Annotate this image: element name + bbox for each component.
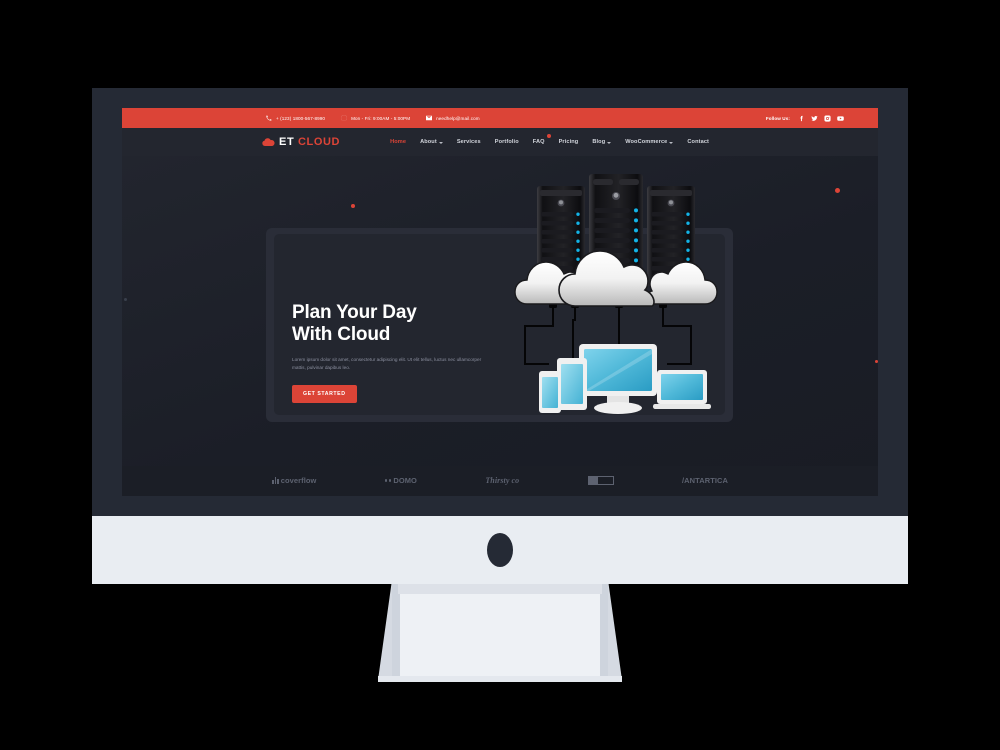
site-header: ET CLOUD Home About Services Portfolio FAQ Pr… xyxy=(122,128,878,156)
cloud-icon xyxy=(262,137,275,147)
monitor-stand-neck xyxy=(378,584,622,680)
topbar-hours-text: Mon - Fri: 9:00AM - 5:00PM xyxy=(351,115,411,121)
partner-logo-label: DOMO xyxy=(393,476,417,485)
nav-item-label: WooCommerce xyxy=(625,139,668,145)
hero-section: Plan Your Day With Cloud Lorem ipsum dol… xyxy=(122,156,878,496)
partner-logo-label: /ANTARTICA xyxy=(681,476,728,485)
phone-icon xyxy=(266,115,272,121)
website-page: + (123) 1800-567-8990 Mon - Fri: 9:00AM … xyxy=(122,108,878,496)
hero-title: Plan Your Day With Cloud xyxy=(292,302,417,346)
nav-item-home[interactable]: Home xyxy=(390,139,406,145)
brand-secondary: CLOUD xyxy=(297,136,341,148)
topbar-email[interactable]: needhelp@mail.com xyxy=(426,115,480,121)
nav-item-label: Portfolio xyxy=(494,139,519,145)
nav-item-services[interactable]: Services xyxy=(457,139,481,145)
monitor-stand-top-edge xyxy=(398,584,602,594)
decor-dot-4 xyxy=(835,188,840,193)
nav-item-label: FAQ xyxy=(532,139,545,145)
nav-item-faq[interactable]: FAQ xyxy=(532,134,551,145)
envelope-icon xyxy=(426,115,433,121)
partner-logo-label: Thirsty co xyxy=(485,476,520,485)
topbar-email-text: needhelp@mail.com xyxy=(436,115,480,121)
monitor-stand-base xyxy=(378,676,622,682)
chevron-down-icon xyxy=(669,141,674,144)
brand-primary: ET xyxy=(279,136,295,148)
nav-item-label: Pricing xyxy=(558,139,579,145)
nav-item-portfolio[interactable]: Portfolio xyxy=(495,139,519,145)
main-navigation: Home About Services Portfolio FAQ Pricing Blog… xyxy=(390,134,709,145)
nav-item-woocommerce[interactable]: WooCommerce xyxy=(625,139,674,145)
topbar-social-group: Follow Us: xyxy=(765,114,844,122)
cloud-server-devices-svg xyxy=(514,174,718,414)
follow-us-label: Follow Us: xyxy=(765,115,790,121)
monitor-brand-logo xyxy=(487,533,513,567)
instagram-icon[interactable] xyxy=(824,114,831,122)
nav-item-pricing[interactable]: Pricing xyxy=(559,139,579,145)
hero-copy: Plan Your Day With Cloud Lorem ipsum dol… xyxy=(292,302,512,404)
screenshot-stage: + (123) 1800-567-8990 Mon - Fri: 9:00AM … xyxy=(0,0,1000,750)
box-icon xyxy=(587,476,614,485)
chevron-down-icon xyxy=(438,141,443,144)
bars-icon xyxy=(272,477,279,484)
topbar-phone-text: + (123) 1800-567-8990 xyxy=(276,115,326,121)
top-contact-bar: + (123) 1800-567-8990 Mon - Fri: 9:00AM … xyxy=(122,108,878,128)
topbar-hours: Mon - Fri: 9:00AM - 5:00PM xyxy=(341,115,410,121)
nav-item-contact[interactable]: Contact xyxy=(687,139,709,145)
dots-icon xyxy=(384,479,392,482)
facebook-icon[interactable] xyxy=(798,115,805,122)
nav-item-label: About xyxy=(420,139,437,145)
chevron-down-icon xyxy=(607,141,612,144)
partner-logo-domo: DOMO xyxy=(384,476,417,485)
partner-logo-antartica: /ANTARTICA xyxy=(682,476,728,485)
partner-logo-coverflow: coverflow xyxy=(272,476,316,485)
nav-item-about[interactable]: About xyxy=(420,139,443,145)
partner-logo-thirsty-co: Thirsty co xyxy=(485,476,519,485)
twitter-icon[interactable] xyxy=(811,115,818,122)
hero-illustration xyxy=(507,168,722,418)
get-started-button[interactable]: GET STARTED xyxy=(292,385,357,404)
decor-dot-1 xyxy=(351,204,355,208)
partner-logo-label: coverflow xyxy=(280,476,317,485)
youtube-icon[interactable] xyxy=(837,115,844,122)
partner-logo-boxed-brand xyxy=(587,476,614,485)
partner-logo-strip: coverflow DOMO Thirsty co/ANTARTICA xyxy=(122,466,878,496)
topbar-contact-group: + (123) 1800-567-8990 Mon - Fri: 9:00AM … xyxy=(266,115,480,121)
nav-item-label: Services xyxy=(456,139,481,145)
nav-item-label: Home xyxy=(390,139,407,145)
nav-badge-dot xyxy=(546,134,551,138)
monitor-screen: + (123) 1800-567-8990 Mon - Fri: 9:00AM … xyxy=(122,108,878,496)
nav-item-blog[interactable]: Blog xyxy=(592,139,612,145)
decor-dot-5 xyxy=(875,360,878,363)
topbar-phone[interactable]: + (123) 1800-567-8990 xyxy=(266,115,325,121)
clock-icon xyxy=(341,115,348,121)
brand-logo[interactable]: ET CLOUD xyxy=(262,136,340,148)
hero-subtitle: Lorem ipsum dolor sit amet, consectetur … xyxy=(292,356,482,371)
nav-item-label: Contact xyxy=(687,139,710,145)
nav-item-label: Blog xyxy=(592,139,606,145)
decor-dot-7 xyxy=(124,298,127,301)
